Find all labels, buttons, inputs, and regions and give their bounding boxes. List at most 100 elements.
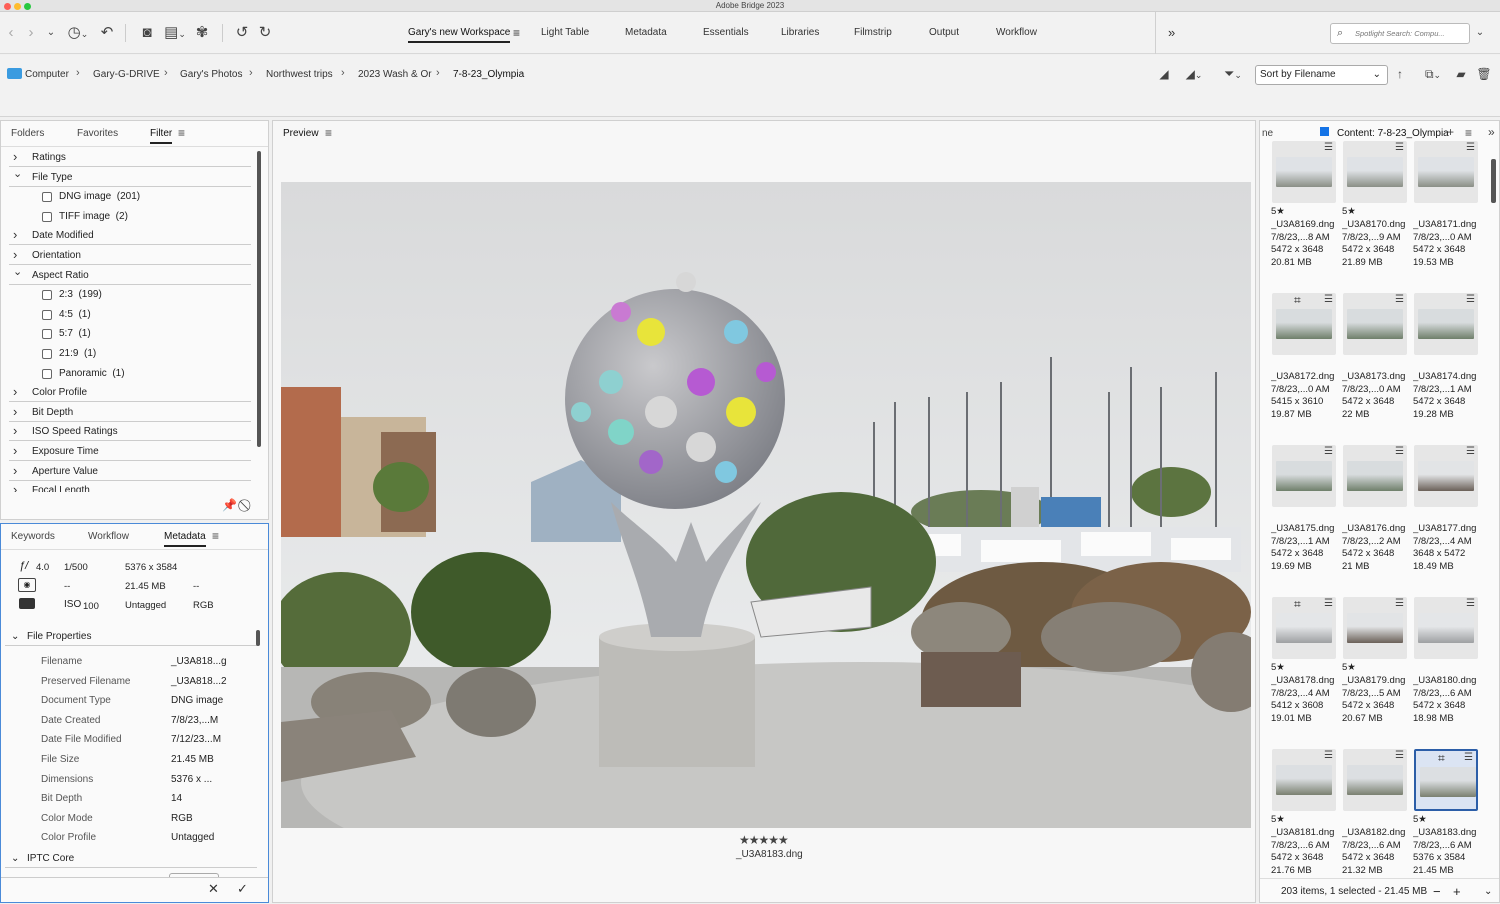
sort-ascending-icon[interactable]: ↑ [1393, 55, 1407, 93]
property-value[interactable]: 21.45 MB [171, 754, 214, 765]
recent-folders-chevron-icon[interactable]: ⌄ [44, 12, 58, 54]
file-properties-header[interactable]: ⌄ File Properties [5, 628, 257, 646]
filter-category[interactable]: › Focal Length [9, 481, 251, 492]
thumbnail[interactable]: ☰ ⌗ [1272, 293, 1336, 355]
thumbnail[interactable]: ☰ [1272, 445, 1336, 507]
filter-panel-menu-icon[interactable]: ≡ [178, 126, 185, 140]
thumbnail-rating[interactable]: 5★ [1271, 814, 1285, 825]
thumbnail-rating[interactable]: 5★ [1342, 662, 1356, 673]
filter-category[interactable]: › Exposure Time [9, 442, 251, 461]
metadata-scrollbar[interactable] [256, 630, 260, 646]
workspace-libraries[interactable]: Libraries [781, 12, 819, 54]
filter-rating-icon[interactable]: ⏷⌄ [1218, 55, 1248, 93]
thumbnail[interactable]: ☰ ⌗ [1414, 749, 1478, 811]
breadcrumb-2023-wash-or[interactable]: 2023 Wash & Or [358, 69, 432, 80]
rotate-right-icon[interactable]: ↻ [256, 12, 274, 54]
filter-checkbox[interactable] [42, 349, 52, 359]
filter-checkbox[interactable] [42, 329, 52, 340]
workspace-menu-icon[interactable]: ≡ [513, 12, 520, 54]
tab-filter[interactable]: Filter [150, 128, 173, 144]
tab-content[interactable]: Content: 7-8-23_Olympia [1337, 128, 1449, 139]
apply-metadata-icon[interactable]: ✓ [237, 881, 248, 897]
filter-scrollbar[interactable] [257, 151, 261, 447]
tab-workflow[interactable]: Workflow [88, 531, 129, 542]
metadata-panel-menu-icon[interactable]: ≡ [212, 529, 219, 543]
trash-icon[interactable]: 🗑 [1476, 55, 1492, 93]
breadcrumb-garys-photos[interactable]: Gary's Photos [180, 69, 243, 80]
filter-option[interactable]: 2:3 (199) [9, 285, 251, 304]
sort-dropdown[interactable]: Sort by Filename ⌄ [1255, 65, 1388, 85]
filter-checkbox[interactable] [42, 192, 52, 203]
property-value[interactable]: _U3A818...g [171, 656, 227, 667]
workspace-workflow[interactable]: Workflow [996, 12, 1037, 54]
property-value[interactable]: 7/8/23,...M [171, 715, 218, 726]
thumbnail-rating[interactable]: 5★ [1413, 814, 1427, 825]
workspace-metadata[interactable]: Metadata [625, 12, 667, 54]
thumbnail-rating[interactable]: 5★ [1342, 206, 1356, 217]
preview-image[interactable] [281, 182, 1251, 828]
thumbnail[interactable]: ☰ [1414, 141, 1478, 203]
rotate-left-icon[interactable]: ↺ [233, 12, 251, 54]
back-icon[interactable]: ‹ [4, 12, 18, 54]
filter-option[interactable]: DNG image (201) [9, 187, 251, 206]
forward-icon[interactable]: › [24, 12, 38, 54]
filter-category[interactable]: › Aperture Value [9, 462, 251, 481]
zoom-in-icon[interactable]: + [1453, 879, 1461, 904]
workspace-overflow-icon[interactable]: » [1168, 12, 1175, 54]
property-value[interactable]: DNG image [171, 695, 223, 706]
filter-option[interactable]: 5:7 (1) [9, 324, 251, 343]
filter-category[interactable]: › Date Modified [9, 226, 251, 246]
camera-import-icon[interactable]: ◙ [136, 12, 158, 54]
thumbnail[interactable]: ☰ [1343, 293, 1407, 355]
filter-checkbox[interactable] [42, 309, 52, 320]
thumbnail[interactable]: ☰ [1414, 445, 1478, 507]
tab-partial-label[interactable]: ne [1262, 128, 1273, 139]
search-options-chevron-icon[interactable]: ⌄ [1473, 12, 1487, 54]
property-value[interactable]: Untagged [171, 832, 214, 843]
cancel-metadata-icon[interactable]: ✕ [208, 881, 219, 897]
property-value[interactable]: _U3A818...2 [171, 676, 227, 687]
property-value[interactable]: 7/12/23...M [171, 734, 221, 745]
open-in-camera-raw-icon[interactable]: ✾ [192, 12, 212, 54]
workspace-filmstrip[interactable]: Filmstrip [854, 12, 892, 54]
thumbnail[interactable]: ☰ [1414, 293, 1478, 355]
property-value[interactable]: RGB [171, 813, 193, 824]
thumbnail[interactable]: ☰ [1343, 749, 1407, 811]
thumbnail-rating[interactable]: 5★ [1271, 662, 1285, 673]
filter-category[interactable]: › ISO Speed Ratings [9, 422, 251, 442]
boomerang-icon[interactable]: ↶ [98, 12, 116, 54]
view-options-chevron-icon[interactable]: ⌄ [1484, 879, 1492, 904]
thumbnail[interactable]: ☰ [1414, 597, 1478, 659]
tab-metadata[interactable]: Metadata [164, 531, 206, 547]
filter-category[interactable]: › Bit Depth [9, 403, 251, 422]
filter-option[interactable]: TIFF image (2) [9, 207, 251, 226]
open-recent-folder-icon[interactable]: ⧉⌄ [1418, 55, 1448, 93]
filter-checkbox[interactable] [42, 211, 52, 222]
preview-rating-stars[interactable]: ★★★★★ [739, 833, 789, 847]
tab-preview[interactable]: Preview [283, 128, 319, 139]
breadcrumb-current-folder[interactable]: 7-8-23_Olympia [453, 69, 524, 80]
workspace-output[interactable]: Output [929, 12, 959, 54]
property-value[interactable]: 14 [171, 793, 182, 804]
filter-option[interactable]: Panoramic (1) [9, 364, 251, 383]
recent-files-icon[interactable]: ◷⌄ [64, 12, 92, 54]
filter-category[interactable]: ⌄ Aspect Ratio [9, 266, 251, 285]
add-tab-icon[interactable]: + [1447, 125, 1454, 139]
breadcrumb-computer[interactable]: Computer [25, 69, 69, 80]
workspace-light-table[interactable]: Light Table [541, 12, 589, 54]
spotlight-search-input[interactable]: ⌕ Spotlight Search: Compu... [1330, 23, 1470, 44]
minimize-window-button[interactable] [14, 3, 21, 10]
filter-category[interactable]: › Orientation [9, 246, 251, 265]
new-folder-icon[interactable]: ▰ [1453, 55, 1469, 93]
thumbnail[interactable]: ☰ [1343, 597, 1407, 659]
tab-keywords[interactable]: Keywords [11, 531, 55, 542]
thumbnail[interactable]: ☰ [1343, 141, 1407, 203]
filter-checkbox[interactable] [42, 368, 52, 379]
content-scrollbar[interactable] [1491, 159, 1496, 203]
zoom-out-icon[interactable]: − [1433, 879, 1441, 904]
refine-icon[interactable]: ▤⌄ [161, 12, 189, 54]
filter-option[interactable]: 21:9 (1) [9, 344, 251, 363]
breadcrumb-drive[interactable]: Gary-G-DRIVE [93, 69, 160, 80]
workspace-essentials[interactable]: Essentials [703, 12, 749, 54]
filter-option[interactable]: 4:5 (1) [9, 305, 251, 324]
